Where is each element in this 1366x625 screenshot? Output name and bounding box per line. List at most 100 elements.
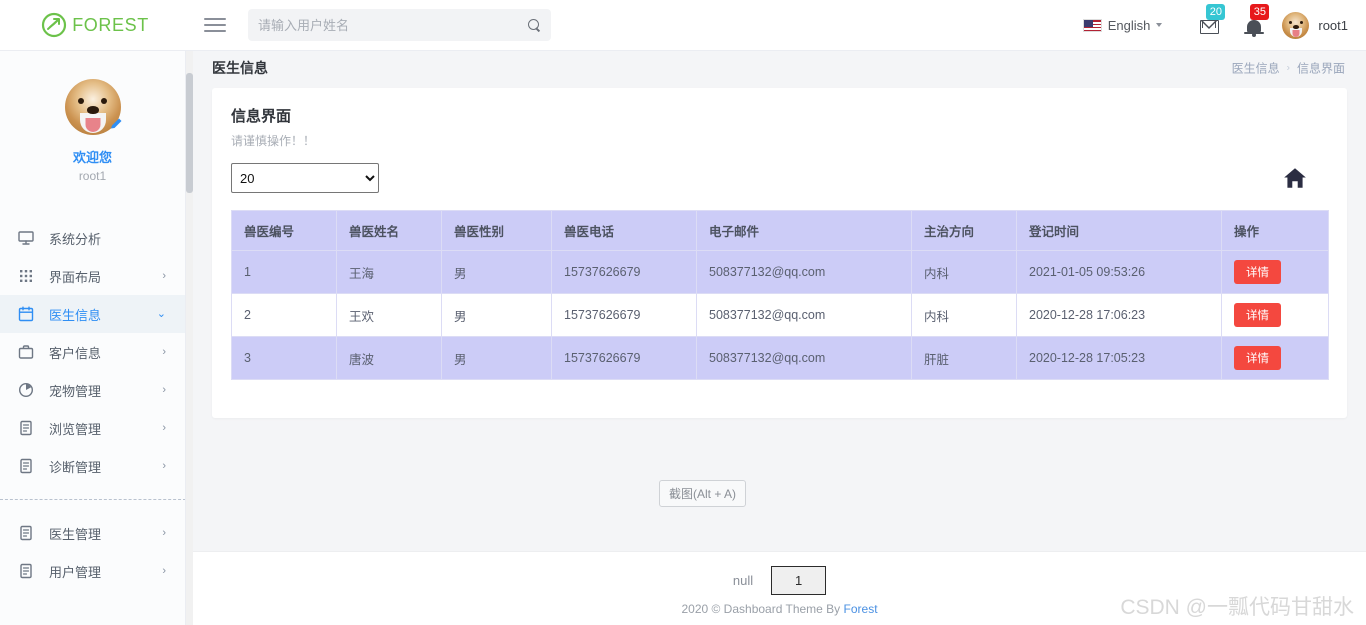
column-header-specialty: 主治方向 — [911, 210, 1017, 251]
column-header-vet-gender: 兽医性别 — [441, 210, 552, 251]
sidebar-item-browse-management[interactable]: 浏览管理 › — [0, 409, 185, 447]
sidebar-item-customer-info[interactable]: 客户信息 › — [0, 333, 185, 371]
sidebar-item-label: 宠物管理 — [49, 383, 102, 399]
column-header-registered-at: 登记时间 — [1016, 210, 1222, 251]
sidebar-menu: 系统分析 界面布局 › 医生信息 ⌄ 客户信息 › 宠物管理 › 浏览管理 › … — [0, 219, 185, 590]
cell-registered-at: 2020-12-28 17:06:23 — [1016, 293, 1222, 337]
sidebar-item-user-management[interactable]: 用户管理 › — [0, 552, 185, 590]
cell-vet-phone: 15737626679 — [551, 293, 697, 337]
topbar-right-cluster: English 20 35 root1 — [1082, 4, 1366, 42]
cell-vet-gender: 男 — [441, 250, 552, 294]
breadcrumb-separator: › — [1286, 62, 1290, 73]
sidebar-item-arrow: › — [162, 459, 166, 472]
language-label: English — [1107, 17, 1151, 33]
sidebar-item-label: 用户管理 — [49, 564, 102, 580]
notifications-badge: 35 — [1250, 4, 1270, 20]
table-toolbar: 20 — [231, 163, 1328, 193]
sidebar-item-label: 医生信息 — [49, 307, 102, 323]
pencil-icon[interactable] — [109, 117, 123, 131]
document-icon — [17, 524, 35, 542]
sidebar-item-interface-layout[interactable]: 界面布局 › — [0, 257, 185, 295]
screenshot-tooltip: 截图(Alt + A) — [659, 480, 747, 507]
watermark: CSDN @一瓢代码甘甜水 — [1120, 596, 1354, 619]
detail-button[interactable]: 详情 — [1234, 303, 1281, 327]
user-name-label: root1 — [1318, 17, 1348, 33]
cell-vet-name: 王欢 — [336, 293, 442, 337]
detail-button[interactable]: 详情 — [1234, 260, 1281, 284]
page-title: 医生信息 — [212, 59, 268, 76]
cell-vet-name: 唐波 — [336, 336, 442, 380]
copyright-link[interactable]: Forest — [844, 602, 878, 616]
sidebar-item-label: 医生管理 — [49, 526, 102, 542]
sidebar-item-arrow: › — [162, 269, 166, 282]
top-navigation-bar: FOREST English 20 35 — [0, 0, 1366, 51]
search-input[interactable] — [258, 17, 528, 33]
main-content: 医生信息 医生信息 › 信息界面 信息界面 请谨慎操作！！ 20 兽医编号 兽医… — [193, 51, 1366, 625]
card-title: 信息界面 — [231, 108, 292, 125]
sidebar-item-label: 界面布局 — [49, 269, 102, 285]
sidebar-item-arrow: › — [162, 345, 166, 358]
sidebar-item-arrow: › — [162, 421, 166, 434]
sidebar-item-system-analysis[interactable]: 系统分析 — [0, 219, 185, 257]
profile-avatar-wrap[interactable] — [64, 79, 123, 135]
sidebar-item-doctor-info[interactable]: 医生信息 ⌄ — [0, 295, 185, 333]
table-row[interactable]: 1 王海 男 15737626679 508377132@qq.com 内科 2… — [231, 250, 1329, 294]
home-icon[interactable] — [1282, 165, 1308, 191]
table-row[interactable]: 3 唐波 男 15737626679 508377132@qq.com 肝脏 2… — [231, 336, 1329, 380]
cell-vet-id: 3 — [231, 336, 337, 380]
detail-button[interactable]: 详情 — [1234, 346, 1281, 370]
document-icon — [17, 419, 35, 437]
app-logo[interactable]: FOREST — [0, 0, 190, 51]
column-header-vet-phone: 兽医电话 — [551, 210, 697, 251]
search-box[interactable] — [248, 9, 551, 41]
document-icon — [17, 562, 35, 580]
bell-icon — [1244, 20, 1265, 37]
cell-vet-phone: 15737626679 — [551, 250, 697, 294]
pagination-page-1[interactable]: 1 — [771, 566, 827, 595]
sidebar-item-doctor-management[interactable]: 医生管理 › — [0, 514, 185, 552]
search-icon[interactable] — [528, 18, 541, 32]
doctor-table: 兽医编号 兽医姓名 兽医性别 兽医电话 电子邮件 主治方向 登记时间 操作 1 … — [231, 210, 1329, 380]
cell-actions: 详情 — [1221, 336, 1329, 380]
cell-vet-gender: 男 — [441, 293, 552, 337]
column-header-vet-id: 兽医编号 — [231, 210, 337, 251]
cell-specialty: 内科 — [911, 293, 1017, 337]
sidebar: 欢迎您 root1 系统分析 界面布局 › 医生信息 ⌄ 客户信息 › 宠物管理… — [0, 51, 186, 625]
welcome-label: 欢迎您 — [72, 150, 112, 165]
table-row[interactable]: 2 王欢 男 15737626679 508377132@qq.com 内科 2… — [231, 293, 1329, 337]
rows-per-page-select[interactable]: 20 — [231, 163, 379, 193]
hamburger-icon[interactable] — [204, 10, 234, 40]
chevron-down-icon — [1156, 23, 1163, 27]
breadcrumb-parent[interactable]: 医生信息 — [1232, 59, 1280, 76]
cell-actions: 详情 — [1221, 293, 1329, 337]
cell-specialty: 内科 — [911, 250, 1017, 294]
sidebar-item-diagnosis-management[interactable]: 诊断管理 › — [0, 447, 185, 485]
sidebar-item-label: 客户信息 — [49, 345, 102, 361]
column-header-vet-name: 兽医姓名 — [336, 210, 442, 251]
cell-email: 508377132@qq.com — [696, 293, 912, 337]
breadcrumb-current: 信息界面 — [1296, 61, 1345, 75]
user-menu[interactable]: root1 — [1282, 11, 1348, 39]
messages-button[interactable]: 20 — [1194, 4, 1228, 42]
notifications-button[interactable]: 35 — [1238, 4, 1272, 42]
sidebar-item-arrow: ⌄ — [156, 307, 166, 320]
app-logo-text: FOREST — [72, 14, 149, 35]
calendar-icon — [17, 305, 35, 323]
column-header-email: 电子邮件 — [696, 210, 912, 251]
sidebar-item-arrow: › — [162, 526, 166, 539]
cell-actions: 详情 — [1221, 250, 1329, 294]
sidebar-item-arrow: › — [162, 383, 166, 396]
info-card: 信息界面 请谨慎操作！！ 20 兽医编号 兽医姓名 兽医性别 兽医电话 电子邮件… — [212, 88, 1347, 418]
sidebar-scrollbar-thumb[interactable] — [186, 73, 193, 193]
cell-vet-id: 2 — [231, 293, 337, 337]
sidebar-item-pet-management[interactable]: 宠物管理 › — [0, 371, 185, 409]
profile-username: root1 — [78, 169, 107, 183]
language-selector[interactable]: English — [1082, 17, 1163, 33]
column-header-actions: 操作 — [1221, 210, 1329, 251]
cell-vet-gender: 男 — [441, 336, 552, 380]
cell-registered-at: 2020-12-28 17:05:23 — [1016, 336, 1222, 380]
sidebar-item-arrow: › — [162, 564, 166, 577]
messages-badge: 20 — [1206, 4, 1226, 20]
sidebar-item-label: 诊断管理 — [49, 459, 102, 475]
briefcase-icon — [17, 343, 35, 361]
